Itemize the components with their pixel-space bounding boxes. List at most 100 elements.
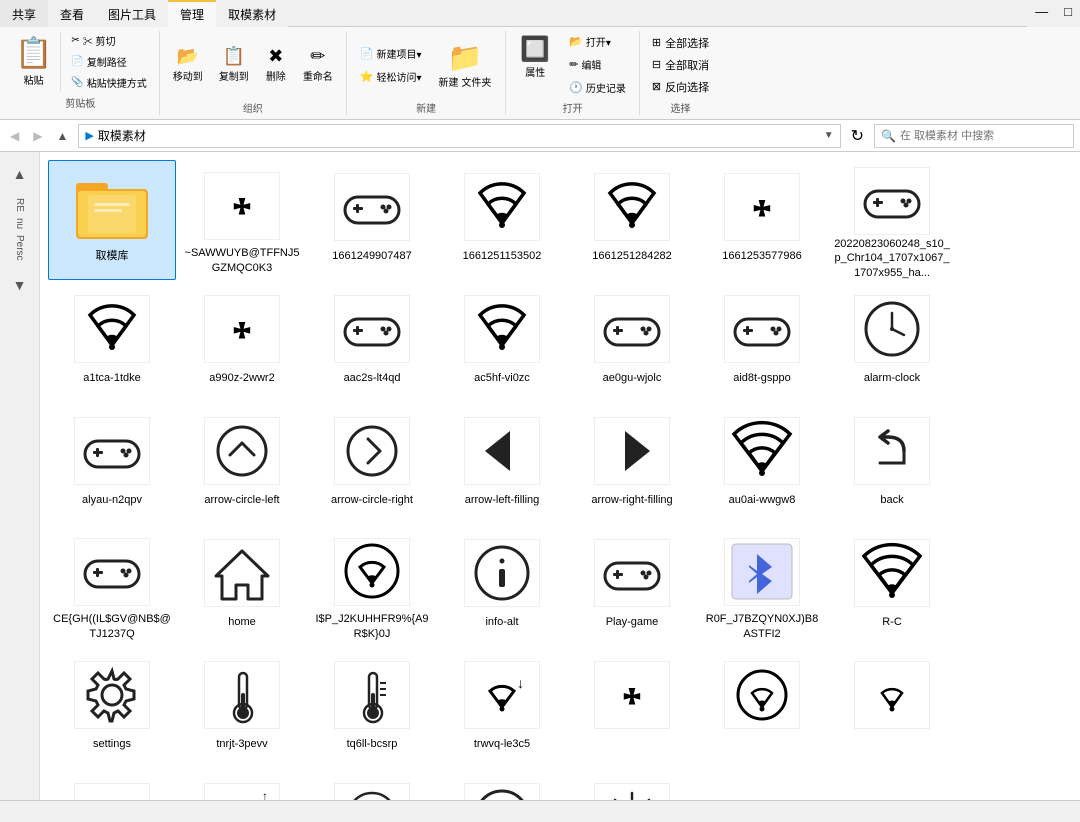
file-icon-8 — [72, 289, 152, 369]
file-icon-35 — [852, 655, 932, 735]
path-arrow: ▶ — [85, 129, 93, 142]
tab-view[interactable]: 查看 — [48, 0, 96, 27]
easy-access-button[interactable]: ⭐ 轻松访问▾ — [353, 66, 429, 87]
file-label-21: back — [880, 493, 903, 507]
file-label-22: CE{GH((IL$GV@NB$@TJ1237Q — [53, 612, 171, 641]
file-item-32[interactable]: ↓ trwvq-le3c5 — [438, 648, 566, 768]
tab-picture-tools[interactable]: 图片工具 — [96, 0, 168, 27]
file-item-22[interactable]: CE{GH((IL$GV@NB$@TJ1237Q — [48, 526, 176, 646]
file-item-14[interactable]: alarm-clock — [828, 282, 956, 402]
file-item-9[interactable]: ᛭ a990z-2wwr2 — [178, 282, 306, 402]
file-item-11[interactable]: ac5hf-vi0zc — [438, 282, 566, 402]
svg-text:↑: ↑ — [262, 789, 268, 801]
file-item-13[interactable]: aid8t-gsppo — [698, 282, 826, 402]
sidebar-nu-label[interactable]: nu — [14, 218, 25, 229]
new-folder-label: 新建 文件夹 — [439, 74, 492, 89]
open-button[interactable]: 📂 打开▾ — [562, 31, 633, 52]
nav-back-button[interactable]: ◀ — [6, 127, 23, 145]
invert-select-button[interactable]: ⊠ 反向选择 — [646, 77, 715, 97]
paste-shortcut-button[interactable]: 📎 粘贴快捷方式 — [67, 73, 150, 92]
search-input[interactable] — [900, 130, 1050, 142]
address-path[interactable]: ▶ 取模素材 ▼ — [78, 124, 840, 148]
new-item-button[interactable]: 📄 新建项目▾ — [353, 43, 429, 64]
file-item-18[interactable]: arrow-left-filling — [438, 404, 566, 524]
file-item-17[interactable]: arrow-circle-right — [308, 404, 436, 524]
file-icon-12 — [592, 289, 672, 369]
file-item-12[interactable]: ae0gu-wjolc — [568, 282, 696, 402]
file-item-30[interactable]: tnrjt-3pevv — [178, 648, 306, 768]
file-label-3: 1661249907487 — [332, 249, 412, 263]
file-icon-13 — [722, 289, 802, 369]
group-open: 🔲 属性 📂 打开▾ ✏ 编辑 — [506, 31, 640, 115]
file-icon-14 — [852, 289, 932, 369]
file-icon-27 — [722, 533, 802, 610]
file-item-31[interactable]: tq6ll-bcsrp — [308, 648, 436, 768]
tab-take-material[interactable]: 取模素材 — [216, 0, 288, 27]
file-item-28[interactable]: R-C — [828, 526, 956, 646]
file-label-23: home — [228, 615, 256, 629]
file-item-34[interactable] — [698, 648, 826, 768]
file-item-16[interactable]: arrow-circle-left — [178, 404, 306, 524]
history-button[interactable]: 🕐 历史记录 — [562, 77, 633, 98]
file-label-12: ae0gu-wjolc — [603, 371, 662, 385]
sidebar-scroll-down[interactable]: ▼ — [9, 273, 31, 297]
file-item-26[interactable]: Play-game — [568, 526, 696, 646]
path-dropdown[interactable]: ▼ — [824, 130, 834, 141]
file-label-10: aac2s-lt4qd — [344, 371, 401, 385]
edit-icon: ✏ — [569, 58, 578, 71]
cut-button[interactable]: ✂ ✂ 剪切 — [67, 31, 150, 50]
rename-button[interactable]: ✏ 重命名 — [296, 43, 340, 86]
file-item-4[interactable]: 1661251153502 — [438, 160, 566, 280]
window-minimize[interactable]: — — [1027, 0, 1056, 27]
sidebar-scroll-up[interactable]: ▲ — [9, 162, 31, 186]
tab-share[interactable]: 共享 — [0, 0, 48, 27]
file-item-10[interactable]: aac2s-lt4qd — [308, 282, 436, 402]
edit-button[interactable]: ✏ 编辑 — [562, 54, 633, 75]
tab-manage[interactable]: 管理 — [168, 0, 216, 27]
file-item-33[interactable]: ᛭ — [568, 648, 696, 768]
nav-up-button[interactable]: ▲ — [52, 127, 72, 145]
copy-path-button[interactable]: 📄 复制路径 — [67, 52, 150, 71]
file-item-7[interactable]: 20220823060248_s10_p_Chr104_1707x1067_17… — [828, 160, 956, 280]
file-item-5[interactable]: 1661251284282 — [568, 160, 696, 280]
file-item-6[interactable]: ᛭ 1661253577986 — [698, 160, 826, 280]
file-item-29[interactable]: settings — [48, 648, 176, 768]
file-item-27[interactable]: R0F_J7BZQYN0XJ)B8ASTFI2 — [698, 526, 826, 646]
select-none-button[interactable]: ⊟ 全部取消 — [646, 55, 715, 75]
file-item-3[interactable]: 1661249907487 — [308, 160, 436, 280]
sidebar-re-label[interactable]: RE — [14, 198, 25, 212]
select-all-button[interactable]: ⊞ 全部选择 — [646, 33, 715, 53]
window-maximize[interactable]: □ — [1056, 0, 1080, 27]
sidebar-persc-label[interactable]: Persc — [14, 235, 25, 261]
file-item-19[interactable]: arrow-right-filling — [568, 404, 696, 524]
file-item-8[interactable]: a1tca-1tdke — [48, 282, 176, 402]
file-icon-24 — [332, 533, 412, 610]
move-to-icon: 📂 — [177, 46, 199, 68]
svg-text:᛭: ᛭ — [226, 303, 257, 361]
copy-to-button[interactable]: 📋 复制到 — [212, 43, 256, 86]
new-folder-button[interactable]: 📁 新建 文件夹 — [431, 37, 500, 93]
file-item-23[interactable]: home — [178, 526, 306, 646]
refresh-button[interactable]: ↻ — [847, 124, 868, 148]
file-item-15[interactable]: alyau-n2qpv — [48, 404, 176, 524]
nav-forward-button[interactable]: ▶ — [29, 127, 46, 145]
file-item-24[interactable]: I$P_J2KUHHFR9%{A9R$K}0J — [308, 526, 436, 646]
new-group-label: 新建 — [416, 100, 436, 115]
properties-button[interactable]: 🔲 属性 — [512, 31, 558, 98]
file-item-35[interactable] — [828, 648, 956, 768]
delete-button[interactable]: ✖ 删除 — [258, 43, 294, 86]
search-box[interactable]: 🔍 — [874, 124, 1074, 148]
file-item-25[interactable]: info-alt — [438, 526, 566, 646]
file-icon-25 — [462, 533, 542, 613]
move-to-button[interactable]: 📂 移动到 — [166, 43, 210, 86]
file-item-20[interactable]: au0ai-wwgw8 — [698, 404, 826, 524]
group-select: ⊞ 全部选择 ⊟ 全部取消 ⊠ 反向选择 选择 — [640, 31, 721, 115]
paste-button[interactable]: 📋 粘贴 — [6, 31, 61, 92]
file-label-11: ac5hf-vi0zc — [474, 371, 530, 385]
file-item-2[interactable]: ᛭ ~SAWWUYB@TFFNJ5GZMQC0K3 — [178, 160, 306, 280]
file-label-24: I$P_J2KUHHFR9%{A9R$K}0J — [313, 612, 431, 641]
paste-label: 粘贴 — [24, 72, 44, 87]
file-item-21[interactable]: back — [828, 404, 956, 524]
file-item-1[interactable]: 取模库 — [48, 160, 176, 280]
sidebar: ▲ RE nu Persc ▼ — [0, 152, 40, 800]
